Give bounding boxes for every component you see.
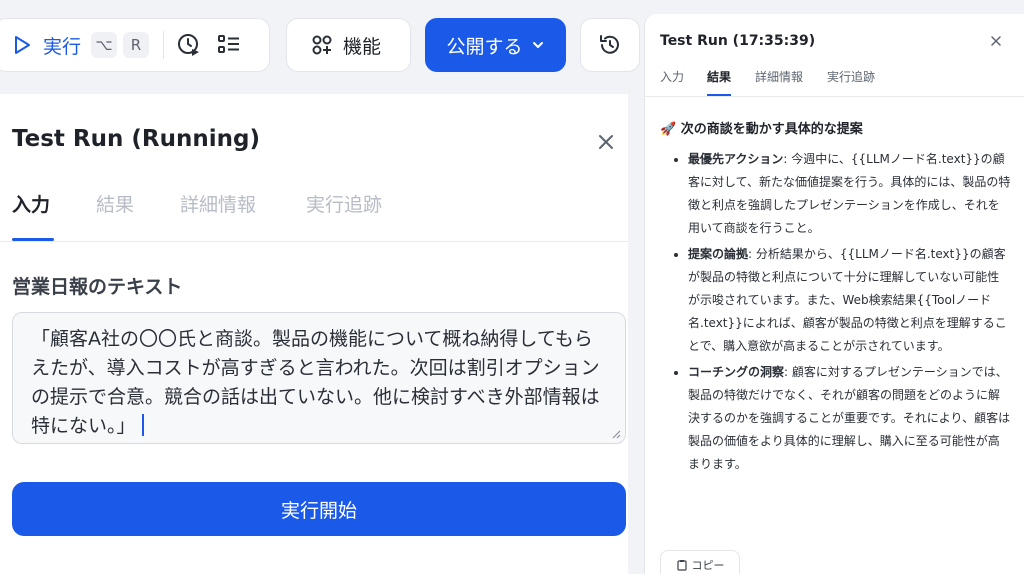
version-history-button[interactable]	[580, 18, 640, 72]
toolbar-divider	[163, 31, 165, 59]
report-text-value: 「顧客A社の〇〇氏と商談。製品の機能について概ね納得してもらえたが、導入コストが…	[31, 328, 600, 437]
item-text: : 顧客に対するプレゼンテーションでは、製品の特徴だけでなく、それが顧客の問題を…	[688, 365, 1011, 471]
field-label: 営業日報のテキスト	[12, 276, 183, 298]
tab-trace[interactable]: 実行追跡	[827, 68, 875, 85]
list-item: 提案の論拠: 分析結果から、{{LLMノード名.text}}の顧客が製品の特徴と…	[669, 243, 1011, 358]
item-label: 最優先アクション	[688, 152, 784, 166]
item-label: 提案の論拠	[688, 247, 749, 261]
result-heading-text: 次の商談を動かす具体的な提案	[680, 122, 863, 137]
resize-handle-icon[interactable]	[611, 429, 621, 439]
rocket-icon: 🚀	[660, 122, 677, 137]
publish-button[interactable]: 公開する	[425, 18, 566, 72]
tab-trace[interactable]: 実行追跡	[306, 190, 382, 217]
run-history-clock-icon[interactable]	[176, 32, 202, 58]
shortcut-r-key: R	[123, 32, 150, 58]
close-icon[interactable]	[990, 35, 1002, 47]
shortcut-option-key: ⌥	[91, 32, 118, 58]
close-icon[interactable]	[596, 132, 616, 152]
clipboard-icon	[676, 560, 687, 571]
chevron-down-icon	[532, 42, 543, 48]
tabs-divider	[645, 96, 1024, 97]
copy-label: コピー	[691, 559, 725, 572]
test-run-input-panel: Test Run (Running) 入力 結果 詳細情報 実行追跡 営業日報の…	[0, 94, 628, 574]
item-label: コーチングの洞察	[688, 365, 785, 379]
tab-input[interactable]: 入力	[660, 68, 684, 85]
play-icon[interactable]	[11, 34, 33, 56]
history-icon	[600, 35, 619, 54]
tab-details[interactable]: 詳細情報	[180, 190, 256, 217]
publish-label: 公開する	[446, 35, 523, 58]
start-run-button[interactable]: 実行開始	[12, 482, 626, 536]
panel-tabs: 入力 結果 詳細情報 実行追跡	[12, 190, 628, 242]
tab-result[interactable]: 結果	[707, 68, 731, 85]
list-item: 最優先アクション: 今週中に、{{LLMノード名.text}}の顧客に対して、新…	[669, 148, 1011, 240]
tab-input[interactable]: 入力	[12, 190, 50, 217]
item-text: : 分析結果から、{{LLMノード名.text}}の顧客が製品の特徴と利点につい…	[688, 247, 1007, 353]
proposal-list: 最優先アクション: 今週中に、{{LLMノード名.text}}の顧客に対して、新…	[669, 148, 1011, 479]
feature-label: 機能	[343, 35, 382, 58]
copy-button[interactable]: コピー	[660, 550, 740, 574]
run-button[interactable]: 実行	[43, 32, 81, 59]
panel-title: Test Run (Running)	[12, 126, 260, 152]
run-toolbar: 実行 ⌥ R	[0, 18, 270, 72]
checklist-icon[interactable]	[216, 32, 242, 58]
result-heading: 🚀 次の商談を動かす具体的な提案	[660, 118, 863, 137]
tab-details[interactable]: 詳細情報	[755, 68, 803, 85]
test-run-result-panel: Test Run (17:35:39) 入力 結果 詳細情報 実行追跡 🚀 次の…	[644, 14, 1024, 574]
tabs-divider	[0, 241, 628, 242]
result-panel-title: Test Run (17:35:39)	[660, 33, 816, 49]
tab-result[interactable]: 結果	[96, 190, 134, 217]
report-text-input[interactable]: 「顧客A社の〇〇氏と商談。製品の機能について概ね納得してもらえたが、導入コストが…	[12, 312, 626, 444]
feature-grid-icon	[312, 35, 332, 55]
feature-button[interactable]: 機能	[286, 18, 411, 72]
text-caret	[141, 414, 144, 436]
list-item: コーチングの洞察: 顧客に対するプレゼンテーションでは、製品の特徴だけでなく、そ…	[669, 361, 1011, 476]
